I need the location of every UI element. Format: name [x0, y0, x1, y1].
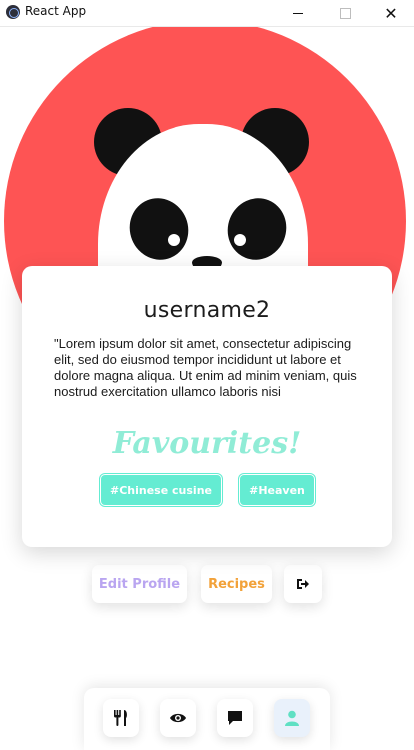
minimize-button[interactable] — [275, 0, 321, 26]
chat-icon — [228, 711, 242, 725]
panda-right-eye — [234, 234, 246, 246]
panda-left-eye-patch — [120, 189, 198, 269]
favourite-tag-heaven[interactable]: #Heaven — [240, 475, 314, 505]
user-icon — [285, 710, 299, 726]
react-app-icon — [6, 5, 20, 19]
favourites-heading: Favourites! — [112, 426, 302, 461]
nav-view-button[interactable] — [160, 699, 196, 737]
window-title: React App — [25, 4, 87, 18]
eye-icon — [170, 713, 186, 723]
close-button[interactable]: ✕ — [368, 0, 414, 26]
bottom-navigation — [84, 688, 330, 750]
profile-bio: "Lorem ipsum dolor sit amet, consectetur… — [54, 336, 357, 399]
nav-chat-button[interactable] — [217, 699, 253, 737]
minimize-icon — [293, 12, 303, 14]
nav-profile-button[interactable] — [274, 699, 310, 737]
fork-knife-icon — [114, 710, 127, 726]
edit-profile-button[interactable]: Edit Profile — [92, 565, 187, 603]
favourite-tag-chinese-cusine[interactable]: #Chinese cusine — [101, 475, 221, 505]
maximize-button[interactable] — [322, 0, 368, 26]
panda-right-eye-patch — [218, 189, 296, 269]
username-heading: username2 — [143, 298, 271, 323]
maximize-icon — [339, 7, 351, 19]
profile-card: username2 "Lorem ipsum dolor sit amet, c… — [22, 266, 392, 547]
window-titlebar: React App ✕ — [0, 0, 414, 27]
recipes-button[interactable]: Recipes — [201, 565, 272, 603]
nav-recipes-button[interactable] — [103, 699, 139, 737]
panda-left-eye — [168, 234, 180, 246]
logout-icon — [297, 579, 309, 589]
logout-button[interactable] — [284, 565, 322, 603]
